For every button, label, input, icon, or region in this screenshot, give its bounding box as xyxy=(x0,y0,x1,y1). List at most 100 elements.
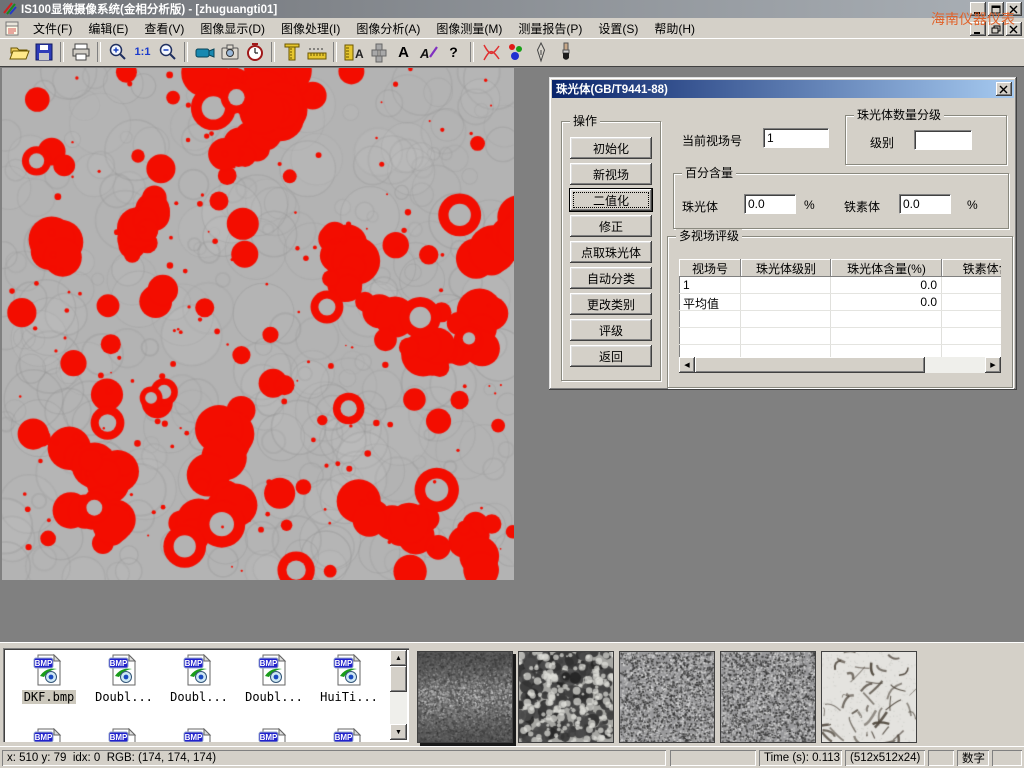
actual-size-icon[interactable]: 1:1 xyxy=(130,40,155,64)
file-name[interactable]: DKF.bmp xyxy=(22,690,77,704)
brush-icon[interactable] xyxy=(553,40,578,64)
pearlite-label: 珠光体 xyxy=(682,198,718,215)
vendor-watermark: 海南仪器仪表 xyxy=(931,9,1015,29)
file-item[interactable]: BMP HuiTi... xyxy=(313,654,385,704)
thumbnail-1[interactable] xyxy=(417,651,513,743)
level-input[interactable] xyxy=(914,130,972,150)
ferrite-percent-input[interactable]: 0.0 xyxy=(899,194,951,214)
new-field-button[interactable]: 新视场 xyxy=(570,163,652,185)
timer-icon[interactable] xyxy=(242,40,267,64)
current-field-input[interactable]: 1 xyxy=(763,128,829,148)
file-name[interactable]: Doubl... xyxy=(243,690,305,704)
ruler-icon[interactable] xyxy=(304,40,329,64)
annotate-icon[interactable]: A xyxy=(416,40,441,64)
hscroll-thumb[interactable] xyxy=(695,357,925,373)
thumbnail-5[interactable] xyxy=(821,651,917,743)
bmp-file-icon: BMP xyxy=(182,728,216,742)
menu-help[interactable]: 帮助(H) xyxy=(646,18,703,39)
file-item[interactable]: BMP Doubl... xyxy=(238,654,310,704)
file-name[interactable]: HuiTi... xyxy=(318,690,380,704)
file-item[interactable]: BMP xyxy=(88,728,160,742)
table-row[interactable]: 1 0.0 xyxy=(679,277,1001,294)
vscroll-thumb[interactable] xyxy=(390,666,407,692)
thumbnail-3[interactable] xyxy=(619,651,715,743)
bmp-file-icon: BMP xyxy=(332,654,366,686)
caliper-icon[interactable] xyxy=(279,40,304,64)
file-list-vscrollbar[interactable]: ▲ ▼ xyxy=(390,650,407,740)
text-icon[interactable]: A xyxy=(391,40,416,64)
init-button[interactable]: 初始化 xyxy=(570,137,652,159)
dialog-close-button[interactable] xyxy=(996,82,1012,96)
multi-field-table: 视场号 珠光体级别 珠光体含量(%) 铁素体含量(%) 1 0.0 平均值 0.… xyxy=(679,259,1001,373)
help-icon[interactable]: ? xyxy=(441,40,466,64)
capture-icon[interactable] xyxy=(217,40,242,64)
svg-text:BMP: BMP xyxy=(185,733,203,742)
operation-group-label: 操作 xyxy=(570,114,600,128)
pearlite-percent-input[interactable]: 0.0 xyxy=(744,194,796,214)
toolbar-separator xyxy=(60,42,64,62)
correct-button[interactable]: 修正 xyxy=(570,215,652,237)
grade-button[interactable]: 评级 xyxy=(570,319,652,341)
binarize-button[interactable]: 二值化 xyxy=(570,189,652,211)
return-button[interactable]: 返回 xyxy=(570,345,652,367)
bmp-file-icon: BMP xyxy=(182,654,216,686)
menu-view[interactable]: 查看(V) xyxy=(136,18,192,39)
scroll-down-icon[interactable]: ▼ xyxy=(390,724,407,740)
curve-icon[interactable] xyxy=(478,40,503,64)
svg-text:A: A xyxy=(355,47,364,61)
micrograph-image[interactable] xyxy=(2,68,514,580)
zoom-in-icon[interactable] xyxy=(105,40,130,64)
auto-classify-button[interactable]: 自动分类 xyxy=(570,267,652,289)
file-item[interactable]: BMP DKF.bmp xyxy=(13,654,85,704)
file-item[interactable]: BMP xyxy=(238,728,310,742)
pen-icon[interactable] xyxy=(528,40,553,64)
pick-pearlite-button[interactable]: 点取珠光体 xyxy=(570,241,652,263)
file-item[interactable]: BMP Doubl... xyxy=(88,654,160,704)
file-item[interactable]: BMP Doubl... xyxy=(163,654,235,704)
menu-report[interactable]: 测量报告(P) xyxy=(510,18,590,39)
scroll-up-icon[interactable]: ▲ xyxy=(390,650,407,666)
bmp-file-icon: BMP xyxy=(32,654,66,686)
toolbar-separator xyxy=(184,42,188,62)
dialog-title-bar[interactable]: 珠光体(GB/T9441-88) xyxy=(552,80,1014,98)
save-icon[interactable] xyxy=(31,40,56,64)
menu-bar: 文件(F) 编辑(E) 查看(V) 图像显示(D) 图像处理(I) 图像分析(A… xyxy=(0,18,1024,39)
menu-image-processing[interactable]: 图像处理(I) xyxy=(273,18,348,39)
menu-edit[interactable]: 编辑(E) xyxy=(80,18,136,39)
classify-count-icon[interactable] xyxy=(503,40,528,64)
menu-file[interactable]: 文件(F) xyxy=(25,18,80,39)
open-icon[interactable] xyxy=(6,40,31,64)
file-item[interactable]: BMP xyxy=(13,728,85,742)
file-item[interactable]: BMP xyxy=(313,728,385,742)
scroll-right-icon[interactable]: ▶ xyxy=(985,357,1001,373)
video-camera-icon[interactable] xyxy=(192,40,217,64)
tile-icon[interactable] xyxy=(366,40,391,64)
svg-text:BMP: BMP xyxy=(35,659,53,668)
change-class-button[interactable]: 更改类别 xyxy=(570,293,652,315)
menu-image-measure[interactable]: 图像测量(M) xyxy=(428,18,510,39)
measure-text-icon[interactable]: A xyxy=(341,40,366,64)
file-item[interactable]: BMP xyxy=(163,728,235,742)
print-icon[interactable] xyxy=(68,40,93,64)
svg-text:BMP: BMP xyxy=(110,659,128,668)
svg-text:BMP: BMP xyxy=(260,733,278,742)
table-hscrollbar[interactable]: ◀ ▶ xyxy=(679,357,1001,373)
file-name[interactable]: Doubl... xyxy=(93,690,155,704)
status-position: x: 510 y: 79 idx: 0 RGB: (174, 174, 174) xyxy=(2,750,666,766)
ferrite-percent-sign: % xyxy=(967,198,978,212)
status-mode: 数字 xyxy=(957,750,989,766)
thumbnail-2[interactable] xyxy=(518,651,614,743)
menu-image-display[interactable]: 图像显示(D) xyxy=(192,18,273,39)
col-field: 视场号 xyxy=(679,259,741,277)
zoom-out-icon[interactable] xyxy=(155,40,180,64)
current-field-label: 当前视场号 xyxy=(682,132,742,149)
operation-group: 操作 初始化 新视场 二值化 修正 点取珠光体 自动分类 更改类别 评级 返回 xyxy=(561,121,661,381)
percent-group-label: 百分含量 xyxy=(682,166,736,180)
thumbnail-4[interactable] xyxy=(720,651,816,743)
menu-settings[interactable]: 设置(S) xyxy=(590,18,646,39)
svg-text:A: A xyxy=(419,46,429,61)
scroll-left-icon[interactable]: ◀ xyxy=(679,357,695,373)
menu-image-analysis[interactable]: 图像分析(A) xyxy=(348,18,428,39)
table-row[interactable]: 平均值 0.0 xyxy=(679,294,1001,311)
file-name[interactable]: Doubl... xyxy=(168,690,230,704)
